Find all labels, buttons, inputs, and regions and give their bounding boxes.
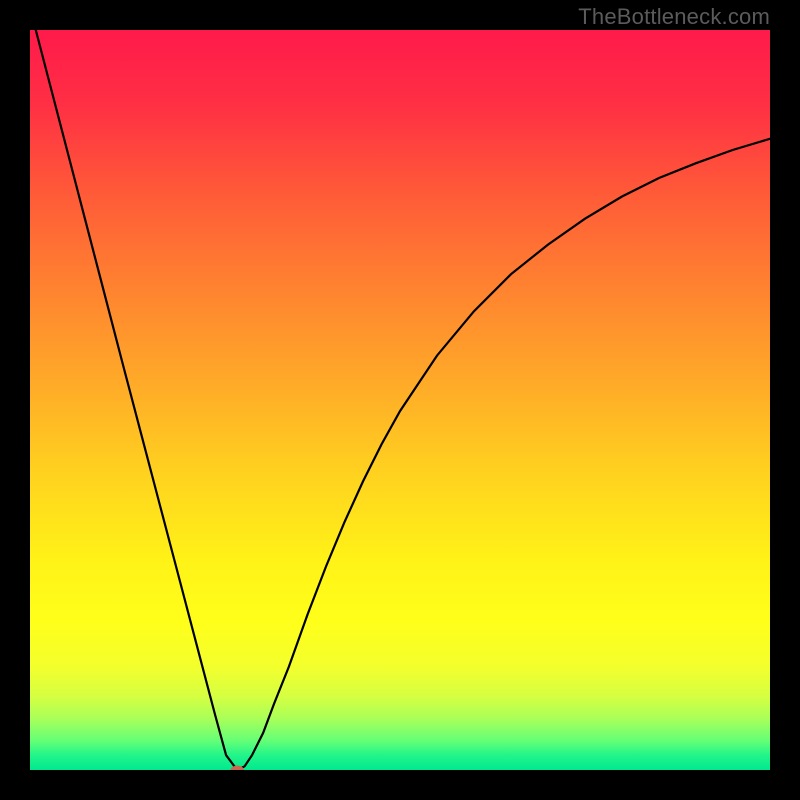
watermark-text: TheBottleneck.com [578,4,770,30]
gradient-background [30,30,770,770]
plot-area [30,30,770,770]
chart-svg [30,30,770,770]
chart-frame: TheBottleneck.com [0,0,800,800]
